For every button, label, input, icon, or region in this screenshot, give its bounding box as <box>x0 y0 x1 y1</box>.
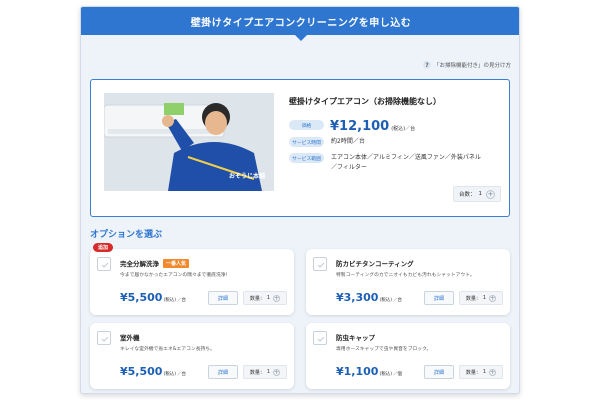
plus-icon[interactable]: + <box>273 368 281 376</box>
option-checkbox[interactable] <box>97 331 111 345</box>
unit-quantity-stepper[interactable]: 台数： 1 + <box>453 186 502 202</box>
option-price-unit: ／台 <box>176 372 186 377</box>
service-price-unit: (税込)／台 <box>391 126 416 132</box>
option-checkbox[interactable] <box>97 257 111 271</box>
question-icon: ? <box>422 61 431 69</box>
check-icon <box>101 336 109 342</box>
option-price-value: ¥5,500 <box>120 291 163 304</box>
popular-tag: 一番人気 <box>163 258 190 268</box>
option-price-value: ¥1,100 <box>336 365 379 378</box>
detail-button[interactable]: 詳細 <box>208 365 238 379</box>
option-card-outdoor-unit[interactable]: 室外機 キレイな室外機で省エネ&エアコン長持ち。 ¥5,500 (税込) ／台 … <box>90 323 294 389</box>
option-quantity-stepper[interactable]: 数量： 1 + <box>459 291 503 305</box>
plus-icon[interactable]: + <box>489 294 497 302</box>
detail-button[interactable]: 詳細 <box>424 365 454 379</box>
price-row: 価格 ¥12,100 (税込)／台 <box>289 120 415 134</box>
option-quantity-label: 数量： <box>249 295 265 302</box>
added-badge: 追加 <box>93 243 113 252</box>
detail-button[interactable]: 詳細 <box>208 291 238 305</box>
service-time-label: サービス時間 <box>289 137 324 147</box>
detail-button[interactable]: 詳細 <box>424 291 454 305</box>
page-header: 壁掛けタイプエアコンクリーニングを申し込む <box>81 7 519 35</box>
option-price-tax: (税込) <box>163 298 176 303</box>
service-scope-value: エアコン本体／アルミフィン／送風ファン／外装パネル／フィルター <box>331 154 481 171</box>
option-description: 専用ホースキャップで虫や異音をブロック。 <box>336 347 432 352</box>
option-description: 特製コーティングのカでニオイもカビも汚れもシャットアウト。 <box>336 273 475 278</box>
check-icon <box>317 262 325 268</box>
option-price: ¥3,300 (税込) ／台 <box>336 291 402 304</box>
service-scope-label: サービス範囲 <box>289 153 324 163</box>
option-card-antimold-coating[interactable]: 防カビチタンコーティング 特製コーティングのカでニオイもカビも汚れもシャットアウ… <box>306 249 510 315</box>
plus-icon[interactable]: + <box>486 189 496 199</box>
option-description: 今まで届かなかったエアコンの隅々まで徹底洗浄！ <box>120 273 231 278</box>
quantity-label: 台数： <box>459 192 476 198</box>
service-time-row: サービス時間 約2時間／台 <box>289 137 365 147</box>
option-quantity-value: 1 <box>482 369 487 375</box>
application-panel: 壁掛けタイプエアコンクリーニングを申し込む ? 「お掃除機能付き」の見分け方 お… <box>80 6 520 394</box>
option-name: 防虫キャップ <box>336 334 375 342</box>
service-photo: おそうじ本舗 <box>104 93 274 191</box>
option-price-unit: ／台 <box>176 298 186 303</box>
option-quantity-label: 数量： <box>465 295 481 302</box>
option-name: 完全分解洗浄 一番人気 <box>120 258 190 268</box>
option-price-tax: (税込) <box>163 372 176 377</box>
help-link-label: 「お掃除機能付き」の見分け方 <box>433 63 511 69</box>
option-price: ¥5,500 (税込) ／台 <box>120 291 186 304</box>
option-price-value: ¥5,500 <box>120 365 163 378</box>
plus-icon[interactable]: + <box>273 294 281 302</box>
option-name-text: 完全分解洗浄 <box>120 260 159 268</box>
service-price: ¥12,100 <box>330 119 390 134</box>
check-icon <box>101 262 109 268</box>
option-price-tax: (税込) <box>379 298 392 303</box>
quantity-value: 1 <box>478 191 483 197</box>
option-quantity-stepper[interactable]: 数量： 1 + <box>459 365 503 379</box>
company-logo-text: おそうじ本舗 <box>229 173 266 180</box>
main-service-card: おそうじ本舗 壁掛けタイプエアコン（お掃除機能なし） 価格 ¥12,100 (税… <box>90 79 510 217</box>
option-name: 防カビチタンコーティング <box>336 260 414 268</box>
option-price-unit: ／台 <box>392 298 402 303</box>
option-quantity-value: 1 <box>266 369 271 375</box>
cleaning-function-help-link[interactable]: ? 「お掃除機能付き」の見分け方 <box>422 61 511 69</box>
option-price: ¥5,500 (税込) ／台 <box>120 365 186 378</box>
option-name: 室外機 <box>120 334 140 342</box>
option-price-unit: ／個 <box>392 372 402 377</box>
option-checkbox[interactable] <box>313 331 327 345</box>
option-quantity-value: 1 <box>482 295 487 301</box>
header-notch <box>295 35 307 41</box>
option-price: ¥1,100 (税込) ／個 <box>336 365 402 378</box>
options-section-title: オプションを選ぶ <box>90 230 163 240</box>
option-card-full-disassembly[interactable]: 完全分解洗浄 一番人気 今まで届かなかったエアコンの隅々まで徹底洗浄！ ¥5,5… <box>90 249 294 315</box>
service-title: 壁掛けタイプエアコン（お掃除機能なし） <box>289 97 441 106</box>
service-scope-row: サービス範囲 エアコン本体／アルミフィン／送風ファン／外装パネル／フィルター <box>289 153 481 173</box>
option-quantity-label: 数量： <box>249 369 265 376</box>
option-description: キレイな室外機で省エネ&エアコン長持ち。 <box>120 347 215 352</box>
service-time-value: 約2時間／台 <box>331 138 365 145</box>
check-icon <box>317 336 325 342</box>
option-quantity-label: 数量： <box>465 369 481 376</box>
option-price-tax: (税込) <box>379 372 392 377</box>
option-checkbox[interactable] <box>313 257 327 271</box>
option-price-value: ¥3,300 <box>336 291 379 304</box>
option-quantity-stepper[interactable]: 数量： 1 + <box>243 365 287 379</box>
option-card-insect-cap[interactable]: 防虫キャップ 専用ホースキャップで虫や異音をブロック。 ¥1,100 (税込) … <box>306 323 510 389</box>
page-title: 壁掛けタイプエアコンクリーニングを申し込む <box>190 17 412 29</box>
option-quantity-stepper[interactable]: 数量： 1 + <box>243 291 287 305</box>
plus-icon[interactable]: + <box>489 368 497 376</box>
option-quantity-value: 1 <box>266 295 271 301</box>
price-label: 価格 <box>289 120 324 130</box>
